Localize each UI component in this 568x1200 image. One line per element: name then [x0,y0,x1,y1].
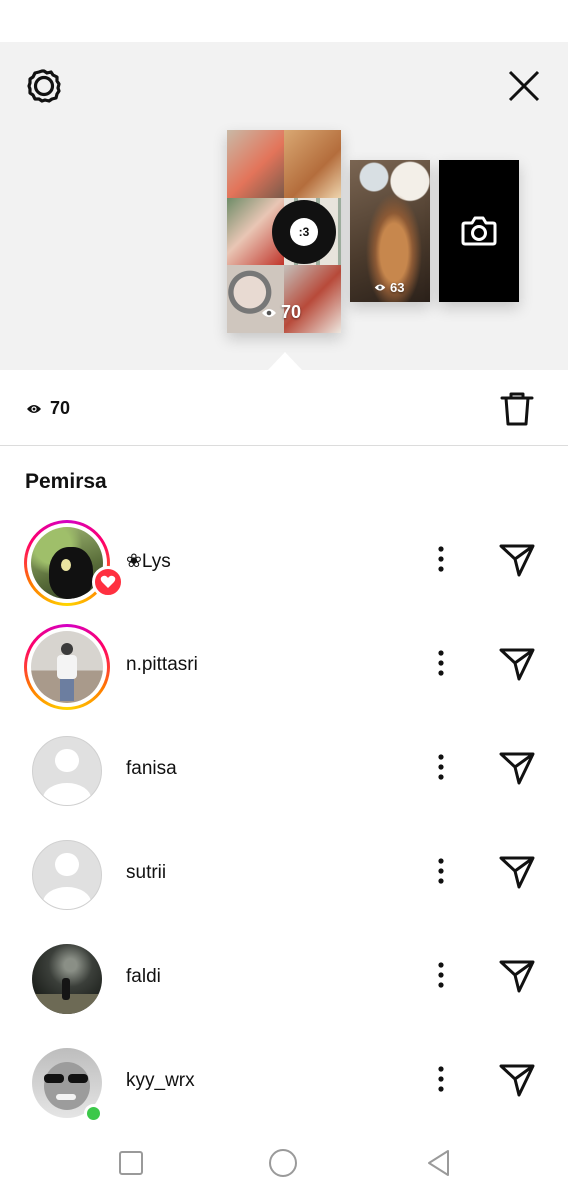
square-icon[interactable] [116,1148,146,1178]
circle-icon[interactable] [268,1148,298,1178]
story-thumbnail[interactable]: 63 [350,160,430,302]
total-views: 70 [26,398,70,419]
more-options-icon[interactable] [426,960,456,990]
selection-caret [268,352,302,370]
story-view-number: 63 [390,280,405,295]
more-options-icon[interactable] [426,544,456,574]
viewer-row[interactable]: fanisa [0,714,568,818]
avatar[interactable] [24,520,124,606]
avatar[interactable] [24,728,110,814]
send-icon[interactable] [497,643,537,683]
gear-icon[interactable] [24,66,64,106]
status-bar-area [0,0,568,42]
viewer-row[interactable]: ❀Lys [0,506,568,610]
story-view-number: 70 [281,302,302,322]
heart-icon [100,575,116,588]
online-status-indicator [84,1104,103,1123]
story-sticker: :3 [272,200,336,264]
more-options-icon[interactable] [426,856,456,886]
story-sticker-text: :3 [290,218,318,246]
viewer-row[interactable]: faldi [0,922,568,1026]
viewer-row[interactable]: kyy_wrx [0,1026,568,1130]
avatar-image [31,527,103,599]
add-story-button[interactable] [439,160,519,302]
more-options-icon[interactable] [426,1064,456,1094]
viewer-username[interactable]: faldi [126,966,161,988]
viewer-username[interactable]: sutrii [126,862,166,884]
eye-icon [374,284,386,291]
more-options-icon[interactable] [426,648,456,678]
story-view-count: 70 [261,302,301,323]
send-icon[interactable] [497,539,537,579]
viewer-username[interactable]: ❀Lys [126,550,171,573]
viewer-username[interactable]: kyy_wrx [126,1070,195,1092]
android-navigation-bar [0,1124,568,1200]
more-options-icon[interactable] [426,752,456,782]
triangle-back-icon[interactable] [424,1148,454,1178]
default-avatar-icon [32,736,102,806]
story-thumbnail-selected[interactable]: :3 70 [227,130,341,333]
eye-icon [27,404,41,413]
avatar[interactable] [24,1040,110,1126]
trash-icon[interactable] [498,390,536,428]
close-icon[interactable] [504,66,544,106]
viewers-title: Pemirsa [25,470,107,493]
heart-badge [92,566,124,598]
avatar[interactable] [24,936,110,1022]
avatar[interactable] [24,832,110,918]
viewer-username[interactable]: fanisa [126,758,177,780]
total-views-count: 70 [50,398,71,418]
eye-icon [262,308,276,317]
story-stats-bar: 70 [0,370,568,446]
story-view-count: 63 [374,280,404,295]
avatar-image [32,944,102,1014]
avatar-image [31,631,103,703]
send-icon[interactable] [497,955,537,995]
send-icon[interactable] [497,851,537,891]
avatar[interactable] [24,624,110,710]
viewer-row[interactable]: n.pittasri [0,610,568,714]
viewer-username[interactable]: n.pittasri [126,654,198,676]
send-icon[interactable] [497,1059,537,1099]
camera-icon [461,216,497,246]
viewer-row[interactable]: sutrii [0,818,568,922]
default-avatar-icon [32,840,102,910]
send-icon[interactable] [497,747,537,787]
